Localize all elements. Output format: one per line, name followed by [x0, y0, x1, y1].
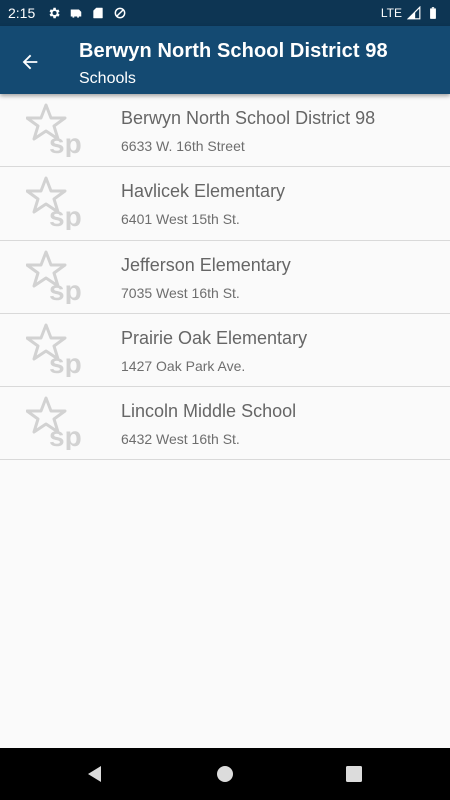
- school-row[interactable]: sp Berwyn North School District 98 6633 …: [0, 94, 450, 168]
- back-triangle-icon[interactable]: [85, 764, 105, 784]
- school-address: 6401 West 15th St.: [121, 211, 240, 228]
- signal-icon: [407, 6, 421, 20]
- school-name: Lincoln Middle School: [121, 401, 297, 422]
- arrow-left-icon: [22, 54, 38, 70]
- recents-square-icon[interactable]: [344, 764, 364, 784]
- school-name: Jefferson Elementary: [121, 254, 291, 275]
- svg-text:sp: sp: [49, 201, 82, 230]
- navigation-bar: [0, 748, 450, 800]
- page-title: Berwyn North School District 98: [79, 40, 388, 62]
- network-type: LTE: [380, 6, 402, 20]
- sd-card-icon: [93, 7, 103, 19]
- battery-icon: [430, 7, 436, 19]
- sp-logo-icon: sp: [26, 176, 82, 230]
- svg-text:sp: sp: [49, 421, 82, 450]
- gear-icon: [49, 7, 60, 19]
- svg-text:sp: sp: [49, 128, 82, 157]
- status-time: 2:15: [8, 5, 36, 21]
- svg-text:sp: sp: [49, 348, 82, 377]
- school-row[interactable]: sp Jefferson Elementary 7035 West 16th S…: [0, 241, 450, 314]
- school-row[interactable]: sp Prairie Oak Elementary 1427 Oak Park …: [0, 314, 450, 388]
- svg-text:sp: sp: [49, 275, 82, 304]
- school-name: Prairie Oak Elementary: [121, 327, 308, 348]
- school-address: 6633 W. 16th Street: [121, 138, 245, 154]
- school-address: 1427 Oak Park Ave.: [121, 357, 246, 374]
- sp-logo-icon: sp: [26, 103, 82, 157]
- school-row[interactable]: sp Lincoln Middle School 6432 West 16th …: [0, 387, 450, 461]
- school-address: 7035 West 16th St.: [121, 284, 240, 301]
- sp-logo-icon: sp: [26, 250, 82, 304]
- school-address: 6432 West 16th St.: [121, 431, 240, 448]
- school-name: Berwyn North School District 98: [121, 108, 376, 128]
- page-subtitle: Schools: [79, 70, 136, 87]
- home-circle-icon[interactable]: [215, 764, 235, 784]
- school-name: Havlicek Elementary: [121, 181, 286, 202]
- status-bar: 2:15 LTE: [0, 0, 450, 26]
- app-bar: Berwyn North School District 98 Schools: [0, 26, 450, 94]
- data-saver-icon: [114, 7, 126, 19]
- screen: 2:15 LTE Berwyn North School District 98…: [0, 0, 450, 800]
- sp-logo-icon: sp: [26, 396, 82, 450]
- school-row[interactable]: sp Havlicek Elementary 6401 West 15th St…: [0, 167, 450, 241]
- back-button[interactable]: [16, 48, 44, 76]
- schools-list: sp Berwyn North School District 98 6633 …: [0, 94, 450, 461]
- cast-icon: [71, 9, 82, 18]
- sp-logo-icon: sp: [26, 323, 82, 377]
